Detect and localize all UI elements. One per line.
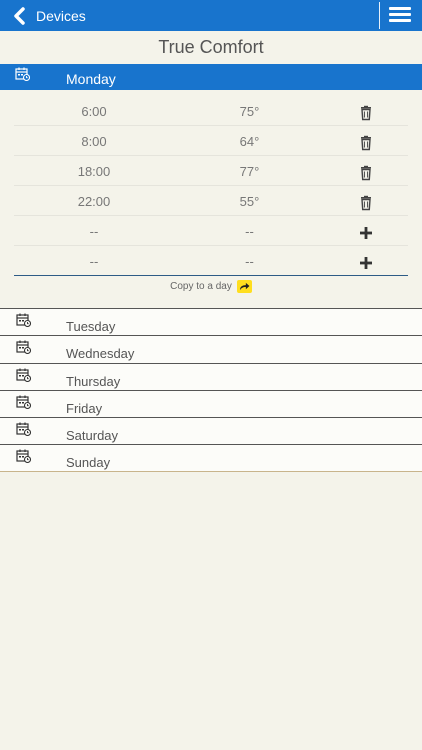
schedule-row: 6:00 75°: [14, 96, 408, 126]
calendar-clock-icon: [16, 368, 31, 382]
day-name: Friday: [66, 400, 103, 416]
schedule-temp[interactable]: --: [171, 224, 328, 239]
day-name: Wednesday: [66, 346, 135, 362]
trash-icon[interactable]: [358, 195, 374, 211]
plus-icon[interactable]: [358, 225, 374, 241]
calendar-clock-icon: [16, 340, 31, 355]
chevron-left-icon: [14, 7, 25, 25]
schedule-row: 8:00 64°: [14, 126, 408, 156]
day-name: Thursday: [66, 373, 121, 389]
hamburger-icon-bar: [389, 13, 411, 16]
menu-divider: [379, 2, 380, 29]
day-row-friday[interactable]: Friday: [0, 389, 422, 418]
calendar-clock-icon: [16, 395, 31, 409]
schedule-time[interactable]: 6:00: [14, 104, 174, 119]
trash-icon[interactable]: [358, 165, 374, 181]
trash-icon[interactable]: [358, 105, 374, 121]
schedule-time[interactable]: --: [14, 224, 174, 239]
trash-icon[interactable]: [358, 135, 374, 151]
day-row-sunday[interactable]: Sunday: [0, 444, 422, 472]
schedule-temp[interactable]: 64°: [171, 134, 328, 149]
page-title: True Comfort: [158, 37, 264, 57]
day-name: Sunday: [66, 455, 111, 471]
schedule-time[interactable]: 22:00: [14, 194, 174, 209]
hamburger-icon-bar: [389, 7, 411, 10]
calendar-clock-icon: [16, 449, 31, 464]
plus-icon[interactable]: [358, 255, 374, 271]
schedule-temp[interactable]: 55°: [171, 194, 328, 209]
day-row-tuesday[interactable]: Tuesday: [0, 308, 422, 336]
calendar-clock-icon: [16, 422, 31, 437]
schedule-temp[interactable]: 75°: [171, 104, 328, 119]
back-label: Devices: [36, 8, 86, 24]
schedule-row: 22:00 55°: [14, 186, 408, 216]
day-header-active[interactable]: Monday: [0, 64, 422, 90]
calendar-clock-icon: [16, 313, 31, 327]
schedule-time[interactable]: 8:00: [14, 134, 174, 149]
schedule-temp[interactable]: --: [171, 254, 328, 269]
schedule-time[interactable]: 18:00: [14, 164, 174, 179]
schedule-row: 18:00 77°: [14, 156, 408, 186]
hamburger-icon-bar: [389, 19, 411, 22]
day-name: Tuesday: [66, 319, 116, 334]
day-name-active: Monday: [66, 71, 116, 87]
menu-button[interactable]: [388, 5, 412, 26]
share-arrow-icon: [236, 280, 252, 293]
copy-to-day-button[interactable]: Copy to a day: [170, 280, 252, 293]
schedule-row-empty: -- --: [14, 246, 408, 276]
copy-to-day-label: Copy to a day: [170, 281, 232, 292]
schedule-temp[interactable]: 77°: [171, 164, 328, 179]
back-button[interactable]: Devices: [12, 6, 86, 26]
day-row-thursday[interactable]: Thursday: [0, 362, 422, 390]
schedule-time[interactable]: --: [14, 254, 174, 269]
day-row-wednesday[interactable]: Wednesday: [0, 335, 422, 363]
calendar-clock-icon: [15, 67, 30, 81]
day-row-saturday[interactable]: Saturday: [0, 417, 422, 445]
top-bar: Devices: [0, 0, 422, 31]
copy-to-day: Copy to a day: [0, 280, 422, 293]
day-list: Tuesday Wednesday Thursday Friday Saturd…: [0, 308, 422, 472]
schedule-row-empty: -- --: [14, 216, 408, 246]
day-name: Saturday: [66, 428, 119, 444]
schedule-list: 6:00 75° 8:00 64° 18:00 77° 22:00 55° --…: [14, 96, 408, 276]
